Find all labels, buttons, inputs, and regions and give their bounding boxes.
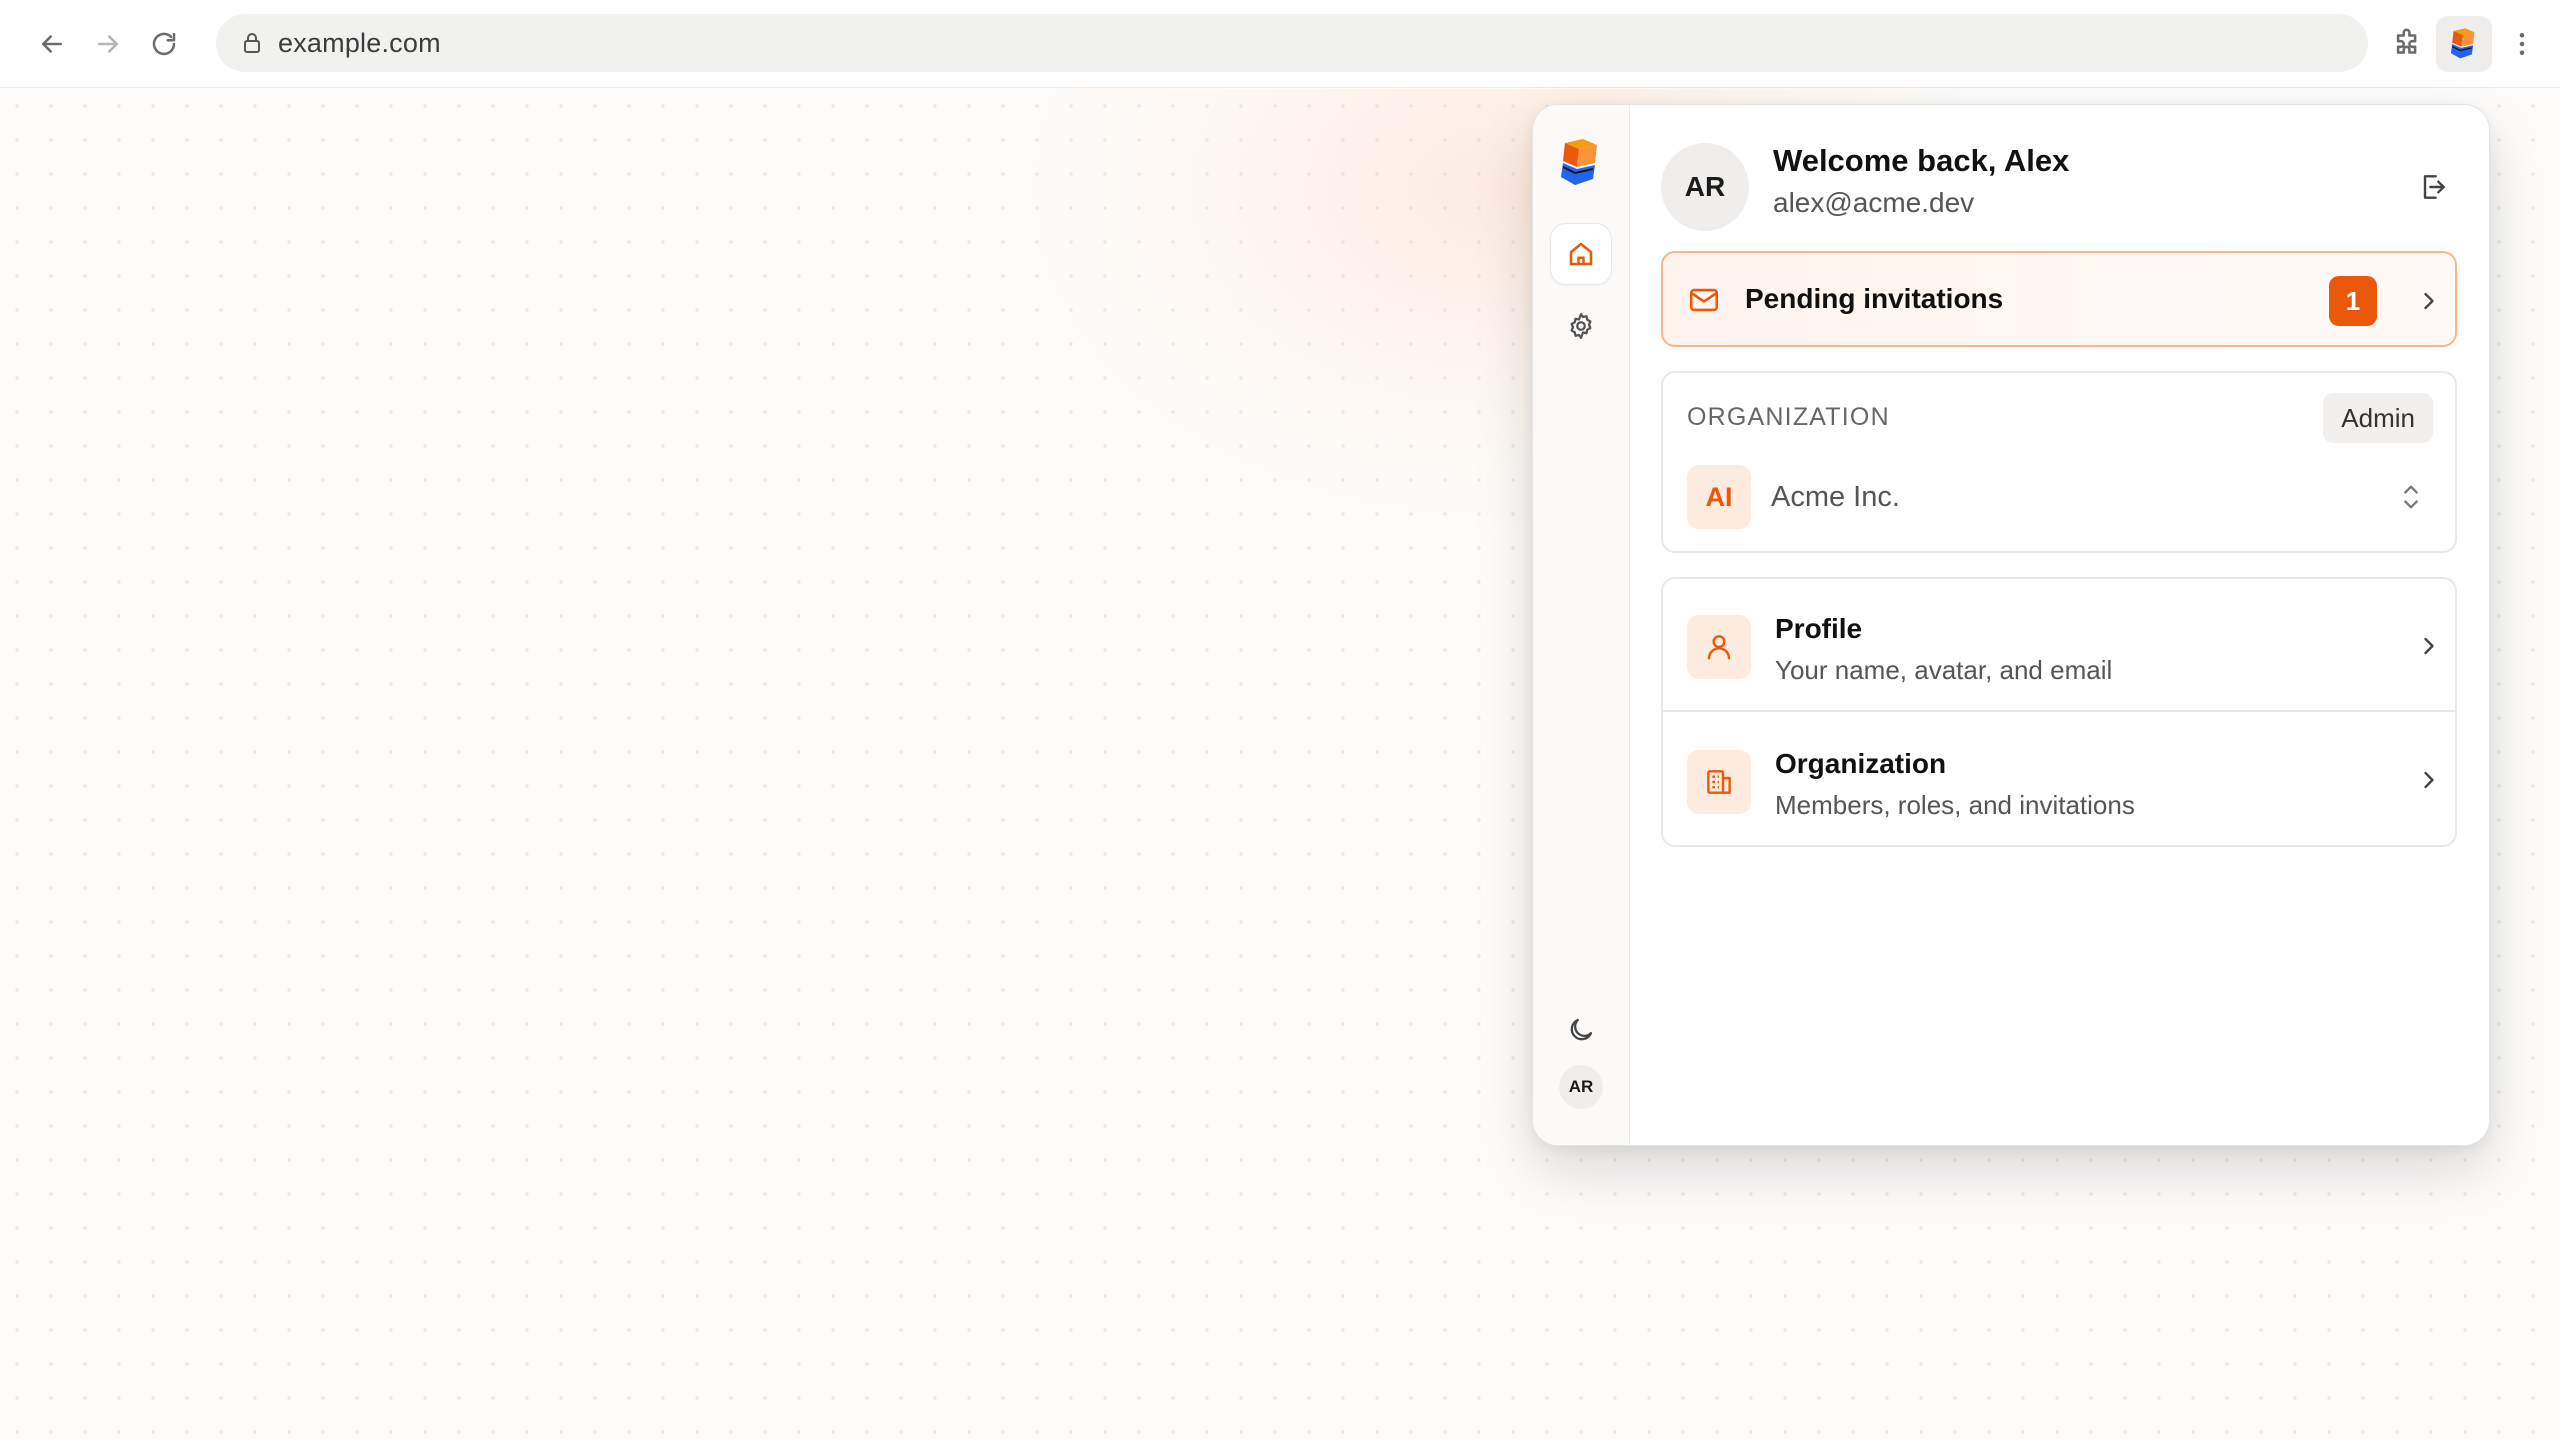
invitation-count-badge: 1	[2329, 276, 2377, 326]
chevron-right-icon	[2424, 292, 2434, 310]
menu-item-subtitle: Members, roles, and invitations	[1775, 790, 2135, 820]
kebab-menu-icon	[2519, 33, 2525, 55]
organization-card: ORGANIZATION Admin AI Acme Inc.	[1661, 371, 2457, 553]
org-name: Acme Inc.	[1771, 481, 1900, 513]
rail-home-button[interactable]	[1550, 223, 1612, 285]
arrow-left-icon	[42, 35, 62, 53]
browser-toolbar: example.com	[0, 0, 2560, 88]
reload-icon	[152, 32, 176, 56]
pending-invitations-card[interactable]: Pending invitations 1	[1661, 251, 2457, 347]
chevron-right-icon	[2424, 771, 2434, 789]
settings-menu: Profile Your name, avatar, and email Org…	[1661, 577, 2457, 847]
gear-icon	[1570, 313, 1592, 339]
menu-item-profile[interactable]: Profile Your name, avatar, and email	[1663, 579, 2455, 712]
sign-out-button[interactable]	[2405, 159, 2461, 215]
home-icon	[1569, 242, 1593, 266]
moon-icon	[1570, 1018, 1593, 1041]
user-icon-tile	[1687, 615, 1751, 679]
mail-icon	[1689, 288, 1719, 312]
menu-item-subtitle: Your name, avatar, and email	[1775, 655, 2113, 685]
reload-button[interactable]	[142, 22, 186, 66]
menu-item-title: Profile	[1775, 613, 1863, 644]
url-text: example.com	[278, 27, 441, 58]
extension-app-button[interactable]	[2436, 16, 2492, 72]
arrow-right-icon	[98, 35, 118, 53]
pending-invitations-label: Pending invitations	[1745, 283, 2004, 314]
menu-item-title: Organization	[1775, 748, 1947, 779]
user-email: alex@acme.dev	[1773, 187, 1975, 218]
theme-toggle-button[interactable]	[1550, 999, 1612, 1061]
user-icon	[1707, 635, 1731, 660]
building-icon	[1707, 770, 1731, 794]
popup-main: AR Welcome back, Alex alex@acme.dev Pend…	[1631, 105, 2489, 1145]
forward-button[interactable]	[86, 22, 130, 66]
chevron-up-down-icon	[2404, 485, 2418, 509]
app-logo-icon[interactable]	[1557, 137, 1605, 189]
rail-settings-button[interactable]	[1550, 295, 1612, 357]
browser-menu-button[interactable]	[2500, 22, 2544, 66]
user-header: AR Welcome back, Alex alex@acme.dev	[1661, 139, 2461, 231]
log-out-icon	[2423, 175, 2445, 199]
extension-popup: AR AR Welcome back, Alex alex@acme.dev P…	[1532, 104, 2490, 1146]
address-bar[interactable]: example.com	[216, 14, 2368, 72]
welcome-title: Welcome back, Alex	[1773, 143, 2070, 178]
rail-avatar[interactable]: AR	[1559, 1065, 1603, 1109]
back-button[interactable]	[30, 22, 74, 66]
chevron-right-icon	[2424, 637, 2434, 655]
avatar: AR	[1661, 143, 1749, 231]
organization-switcher[interactable]: AI Acme Inc.	[1687, 465, 2435, 529]
extensions-button[interactable]	[2380, 16, 2436, 72]
organization-heading: ORGANIZATION	[1687, 403, 1890, 431]
lock-icon	[244, 33, 260, 53]
building-icon-tile	[1687, 750, 1751, 814]
app-logo-icon	[2450, 28, 2475, 59]
puzzle-icon	[2396, 28, 2417, 54]
role-badge: Admin	[2323, 393, 2433, 443]
menu-item-organization[interactable]: Organization Members, roles, and invitat…	[1663, 714, 2455, 845]
org-avatar: AI	[1687, 465, 1751, 529]
side-rail: AR	[1533, 105, 1630, 1145]
